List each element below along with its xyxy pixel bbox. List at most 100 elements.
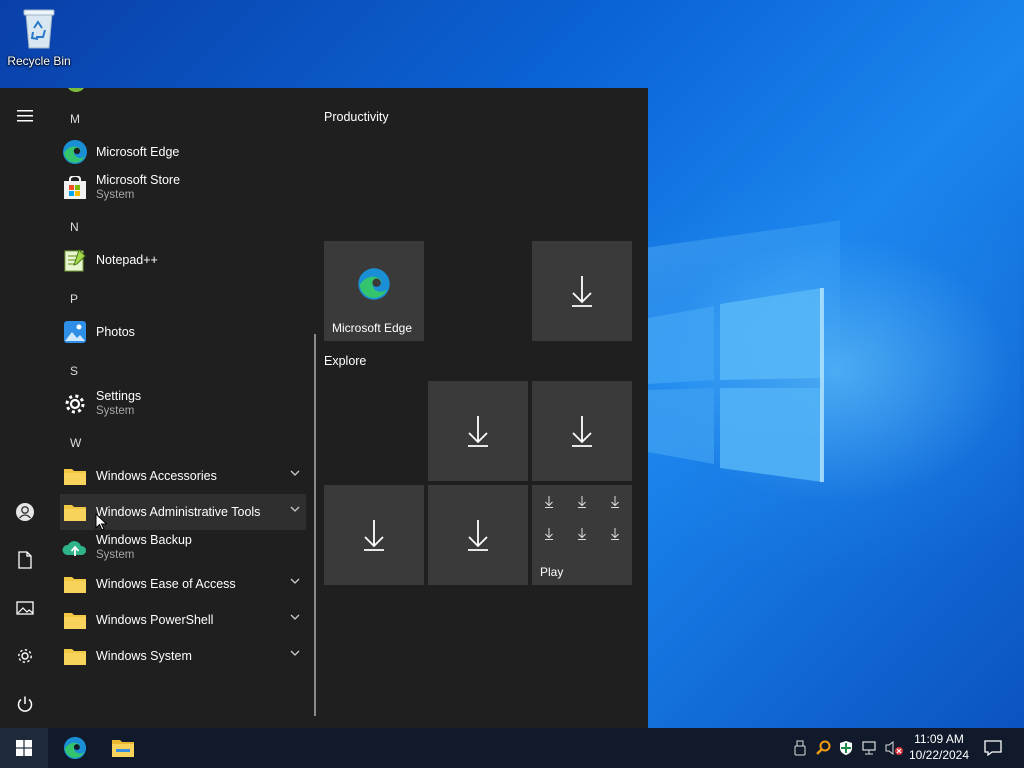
letter-header-w[interactable]: W [70, 436, 81, 450]
app-notepad-plus-plus[interactable]: Notepad++ [60, 242, 306, 278]
expand-menu-button[interactable] [0, 94, 50, 138]
app-photos[interactable]: Photos [60, 314, 306, 350]
tile-download-placeholder[interactable] [428, 381, 528, 481]
tile-label: Play [540, 565, 564, 579]
chevron-down-icon [290, 650, 300, 656]
notepad-plus-plus-icon [62, 247, 88, 273]
windows-wallpaper-logo [648, 288, 824, 482]
user-icon [16, 503, 34, 521]
recycle-bin-label: Recycle Bin [7, 54, 71, 68]
tile-download-placeholder[interactable] [324, 485, 424, 585]
backup-cloud-icon [62, 535, 88, 561]
taskbar-file-explorer-button[interactable] [99, 728, 147, 768]
start-button[interactable] [0, 728, 48, 768]
letter-header-n[interactable]: N [70, 220, 79, 234]
download-arrow-icon [468, 416, 488, 447]
defender-icon [840, 741, 852, 755]
app-subtitle: System [96, 405, 135, 417]
folder-icon [62, 571, 88, 597]
taskbar-edge-button[interactable] [51, 728, 99, 768]
microsoft-edge-icon [63, 736, 87, 760]
file-explorer-icon [112, 740, 134, 757]
app-label: Photos [96, 324, 135, 339]
chevron-down-icon [290, 614, 300, 620]
download-arrow-icon [572, 276, 592, 307]
app-name: Microsoft Store [96, 173, 181, 187]
letter-header-m[interactable]: M [70, 112, 80, 126]
app-label: Windows Ease of Access [96, 576, 236, 591]
app-windows-powershell[interactable]: Windows PowerShell [60, 602, 306, 638]
folder-icon [62, 463, 88, 489]
tile-download-placeholder[interactable] [532, 381, 632, 481]
app-windows-ease-of-access[interactable]: Windows Ease of Access [60, 566, 306, 602]
folder-icon [62, 607, 88, 633]
start-rail [0, 88, 50, 728]
app-name: Windows Backup [96, 533, 192, 547]
chevron-down-icon [290, 506, 300, 512]
network-icon [862, 741, 876, 755]
edge-icon [358, 268, 390, 300]
settings-gear-icon [62, 391, 88, 417]
letter-header-p[interactable]: P [70, 292, 78, 306]
taskbar-clock[interactable]: 11:09 AM 10/22/2024 [902, 731, 976, 763]
app-windows-system[interactable]: Windows System [60, 638, 306, 674]
download-arrow-icon [364, 520, 384, 551]
app-settings[interactable]: Settings System [60, 386, 306, 422]
clock-time: 11:09 AM [914, 732, 964, 746]
photos-icon [62, 319, 88, 345]
app-subtitle: System [96, 189, 135, 201]
start-menu: M Microsoft Edge Microsoft Store System N… [0, 88, 648, 728]
partial-app-icon [66, 88, 86, 92]
group-title-explore[interactable]: Explore [324, 354, 366, 368]
app-label: Notepad++ [96, 252, 158, 267]
app-label: Windows Accessories [96, 468, 217, 483]
app-label: Microsoft Store System [96, 173, 180, 203]
taskbar: 11:09 AM 10/22/2024 [0, 728, 1024, 768]
settings-rail-button[interactable] [0, 634, 50, 678]
tray-defender[interactable] [836, 728, 856, 768]
tray-usb[interactable] [790, 728, 810, 768]
volume-muted-icon [885, 741, 903, 755]
app-label: Microsoft Edge [96, 144, 180, 159]
power-button[interactable] [0, 682, 50, 726]
app-subtitle: System [96, 549, 135, 561]
app-windows-backup[interactable]: Windows Backup System [60, 530, 306, 566]
tile-microsoft-edge[interactable]: Microsoft Edge [324, 241, 424, 341]
tile-download-placeholder[interactable] [428, 485, 528, 585]
download-arrow-icon [572, 416, 592, 447]
download-arrow-icon [468, 520, 488, 551]
gear-icon [18, 649, 32, 663]
clock-date: 10/22/2024 [908, 748, 970, 762]
folder-icon [62, 499, 88, 525]
folder-icon [62, 643, 88, 669]
pictures-button[interactable] [0, 586, 50, 630]
app-microsoft-edge[interactable]: Microsoft Edge [60, 134, 306, 170]
app-list-scrollbar[interactable] [314, 334, 316, 716]
chevron-down-icon [290, 578, 300, 584]
action-center-button[interactable] [978, 728, 1008, 768]
app-list[interactable]: M Microsoft Edge Microsoft Store System N… [50, 88, 316, 728]
app-label: Windows Administrative Tools [96, 504, 261, 519]
store-icon [62, 175, 88, 201]
search-tray-icon [816, 740, 831, 755]
hamburger-icon [17, 110, 33, 122]
group-title-productivity[interactable]: Productivity [324, 110, 389, 124]
tray-search[interactable] [813, 728, 833, 768]
recycle-bin-icon [20, 6, 58, 50]
documents-button[interactable] [0, 538, 50, 582]
tile-download-placeholder[interactable] [532, 241, 632, 341]
tile-label: Microsoft Edge [332, 321, 413, 335]
download-grid-icon [545, 496, 619, 540]
mouse-cursor-icon [95, 513, 107, 531]
pictures-icon [16, 601, 34, 615]
app-windows-accessories[interactable]: Windows Accessories [60, 458, 306, 494]
app-name: Settings [96, 389, 142, 403]
user-account-button[interactable] [0, 490, 50, 534]
app-label: Windows System [96, 648, 192, 663]
app-microsoft-store[interactable]: Microsoft Store System [60, 170, 306, 206]
recycle-bin-desktop-icon[interactable]: Recycle Bin [4, 6, 74, 68]
usb-icon [794, 740, 806, 756]
letter-header-s[interactable]: S [70, 364, 78, 378]
tray-network[interactable] [859, 728, 881, 768]
tile-play-folder[interactable]: Play [532, 485, 632, 585]
